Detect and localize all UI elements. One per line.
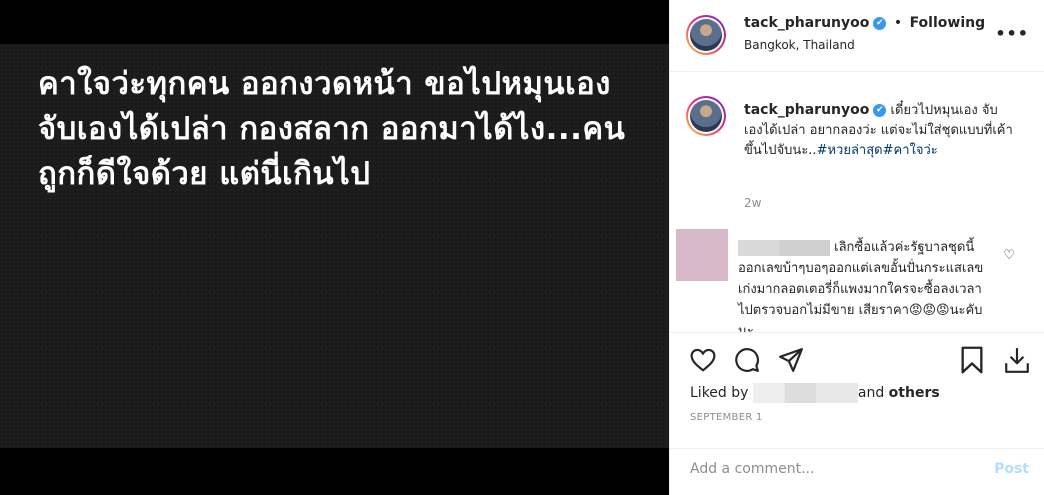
liked-by-line: Liked by and others bbox=[690, 383, 940, 403]
caption-hashtags[interactable]: #หวยล่าสุด#คาใจว่ะ bbox=[817, 143, 938, 158]
liked-by-prefix: Liked by bbox=[690, 385, 749, 401]
add-comment-input[interactable]: Add a comment... bbox=[690, 461, 814, 477]
post-comment-button[interactable]: Post bbox=[994, 461, 1029, 477]
post-media-panel: คาใจว่ะทุกคน ออกงวดหน้า ขอไปหมุนเองจับเอ… bbox=[0, 0, 669, 495]
post-header: tack_pharunyoo ✔ • Following Bangkok, Tha… bbox=[670, 0, 1044, 72]
add-comment-bar: Add a comment... Post bbox=[670, 448, 1044, 495]
author-username[interactable]: tack_pharunyoo bbox=[744, 15, 869, 31]
post-sidebar: tack_pharunyoo ✔ • Following Bangkok, Tha… bbox=[669, 0, 1044, 495]
caption-timestamp[interactable]: 2w bbox=[744, 196, 761, 210]
post-image-text: คาใจว่ะทุกคน ออกงวดหน้า ขอไปหมุนเองจับเอ… bbox=[38, 66, 626, 192]
liked-by-others-link[interactable]: others bbox=[889, 385, 940, 401]
comments-section: tack_pharunyoo ✔ เดี๋ยวไปหมุนเอง จับเองได… bbox=[670, 72, 1044, 332]
caption-author-avatar[interactable] bbox=[686, 96, 726, 136]
following-button[interactable]: Following bbox=[910, 15, 986, 31]
verified-icon: ✔ bbox=[873, 16, 887, 30]
liked-by-username-redacted[interactable] bbox=[752, 383, 858, 403]
share-icon[interactable] bbox=[778, 347, 804, 373]
more-options-icon[interactable]: ••• bbox=[995, 24, 1029, 43]
location-link[interactable]: Bangkok, Thailand bbox=[744, 38, 855, 52]
bookmark-icon[interactable] bbox=[960, 346, 984, 374]
post-image[interactable]: คาใจว่ะทุกคน ออกงวดหน้า ขอไปหมุนเองจับเอ… bbox=[0, 44, 669, 448]
commenter-avatar[interactable] bbox=[676, 229, 728, 281]
caption-username[interactable]: tack_pharunyoo bbox=[744, 102, 869, 118]
post-date[interactable]: SEPTEMBER 1 bbox=[690, 412, 763, 423]
separator-dot: • bbox=[893, 15, 903, 31]
author-line: tack_pharunyoo ✔ • Following bbox=[744, 15, 985, 31]
heart-icon[interactable] bbox=[690, 348, 716, 372]
comment-item: เลิกซื้อแล้วค่ะรัฐบาลชุดนี้ออกเลขบ้าๆบอๆ… bbox=[738, 237, 988, 332]
post-caption: tack_pharunyoo ✔ เดี๋ยวไปหมุนเอง จับเองได… bbox=[744, 100, 1014, 161]
author-avatar[interactable] bbox=[686, 15, 726, 55]
instagram-post-view: คาใจว่ะทุกคน ออกงวดหน้า ขอไปหมุนเองจับเอ… bbox=[0, 0, 1044, 495]
liked-by-suffix: and bbox=[857, 385, 885, 401]
comment-icon[interactable] bbox=[734, 347, 760, 373]
comment-like-icon[interactable]: ♡ bbox=[1003, 248, 1015, 263]
verified-icon: ✔ bbox=[873, 104, 887, 117]
post-actions: Liked by and others SEPTEMBER 1 bbox=[670, 332, 1044, 452]
commenter-username-redacted[interactable] bbox=[738, 239, 830, 256]
download-icon[interactable] bbox=[1004, 346, 1030, 374]
